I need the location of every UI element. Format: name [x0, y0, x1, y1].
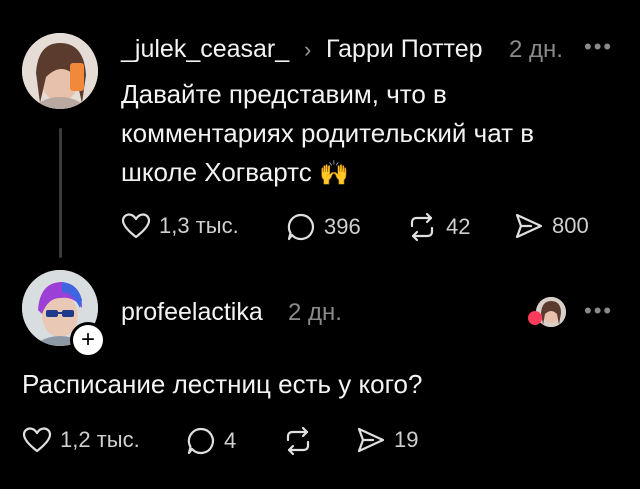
repost-button[interactable] [282, 426, 314, 456]
share-count: 800 [552, 213, 589, 238]
post-text-line: Давайте представим, что в [121, 79, 447, 109]
comment-button[interactable]: 396 [286, 212, 361, 242]
like-count: 1,3 тыс. [159, 213, 239, 238]
liked-by-author-indicator [528, 297, 568, 327]
share-count: 19 [394, 427, 419, 452]
share-button[interactable]: 800 [514, 212, 589, 240]
repost-icon [286, 426, 310, 456]
comment-button[interactable]: 4 [186, 426, 236, 456]
avatar[interactable] [22, 33, 98, 109]
comment-count: 4 [224, 428, 237, 453]
repost-button[interactable]: 42 [406, 212, 470, 242]
like-button[interactable]: 1,2 тыс. [22, 426, 140, 454]
post-text: Давайте представим, что в комментариях р… [121, 75, 534, 193]
more-icon[interactable]: ••• [584, 298, 613, 324]
thread-line [59, 128, 62, 258]
heart-icon [22, 427, 52, 453]
more-icon[interactable]: ••• [584, 34, 613, 60]
comment-icon [287, 213, 315, 241]
heart-icon [528, 311, 542, 325]
comment-icon [187, 427, 215, 455]
comment-count: 396 [324, 214, 361, 239]
heart-icon [121, 213, 151, 239]
reply-time: 2 дн. [288, 299, 342, 326]
post-time: 2 дн. [509, 36, 563, 63]
chevron-right-icon: › [304, 37, 312, 62]
plus-icon[interactable]: + [70, 322, 106, 358]
post-text-line: школе Хогвартс 🙌 [121, 153, 534, 193]
reply-to-name[interactable]: Гарри Поттер [326, 35, 483, 64]
post-username[interactable]: _julek_ceasar_ [121, 35, 289, 64]
like-count: 1,2 тыс. [60, 427, 140, 452]
like-button[interactable]: 1,3 тыс. [121, 212, 239, 240]
repost-count: 42 [446, 214, 471, 239]
reply-text: Расписание лестниц есть у кого? [22, 369, 423, 399]
raised-hands-emoji: 🙌 [318, 160, 349, 187]
share-icon [515, 213, 543, 239]
post-text-line: комментариях родительский чат в [121, 118, 535, 148]
share-icon [357, 427, 385, 453]
reply-username[interactable]: profeelactika [121, 298, 263, 327]
post-text-segment: школе Хогвартс [121, 157, 312, 187]
share-button[interactable]: 19 [356, 426, 418, 454]
repost-icon [410, 212, 434, 242]
avatar [536, 297, 566, 327]
